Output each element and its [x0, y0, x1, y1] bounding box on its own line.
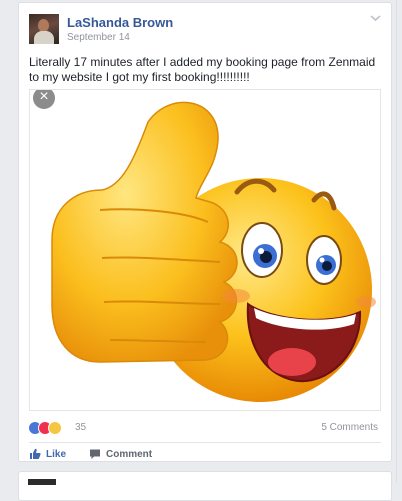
author-name[interactable]: LaShanda Brown [67, 15, 173, 30]
next-post [18, 471, 392, 501]
comments-count-link[interactable]: 5 Comments [321, 422, 378, 433]
comment-button[interactable]: Comment [89, 448, 152, 460]
like-button[interactable]: Like [29, 448, 66, 460]
post-date[interactable]: September 14 [67, 32, 130, 43]
feed-post: LaShanda Brown September 14 Literally 17… [18, 2, 392, 462]
chevron-down-icon[interactable] [369, 13, 382, 23]
thumbs-up-smiley-icon [51, 101, 376, 402]
reaction-count: 35 [75, 422, 87, 433]
thumbs-up-icon [30, 448, 41, 459]
wow-reaction-icon [48, 421, 62, 435]
page-divider [396, 0, 397, 483]
author-avatar[interactable] [29, 14, 59, 44]
comment-icon [90, 449, 100, 459]
post-text: Literally 17 minutes after I added my bo… [29, 55, 376, 84]
actions-divider [29, 442, 381, 443]
next-post-avatar [28, 479, 56, 485]
comment-label: Comment [106, 448, 153, 460]
post-photo[interactable]: × [29, 89, 381, 411]
like-label: Like [46, 448, 67, 460]
